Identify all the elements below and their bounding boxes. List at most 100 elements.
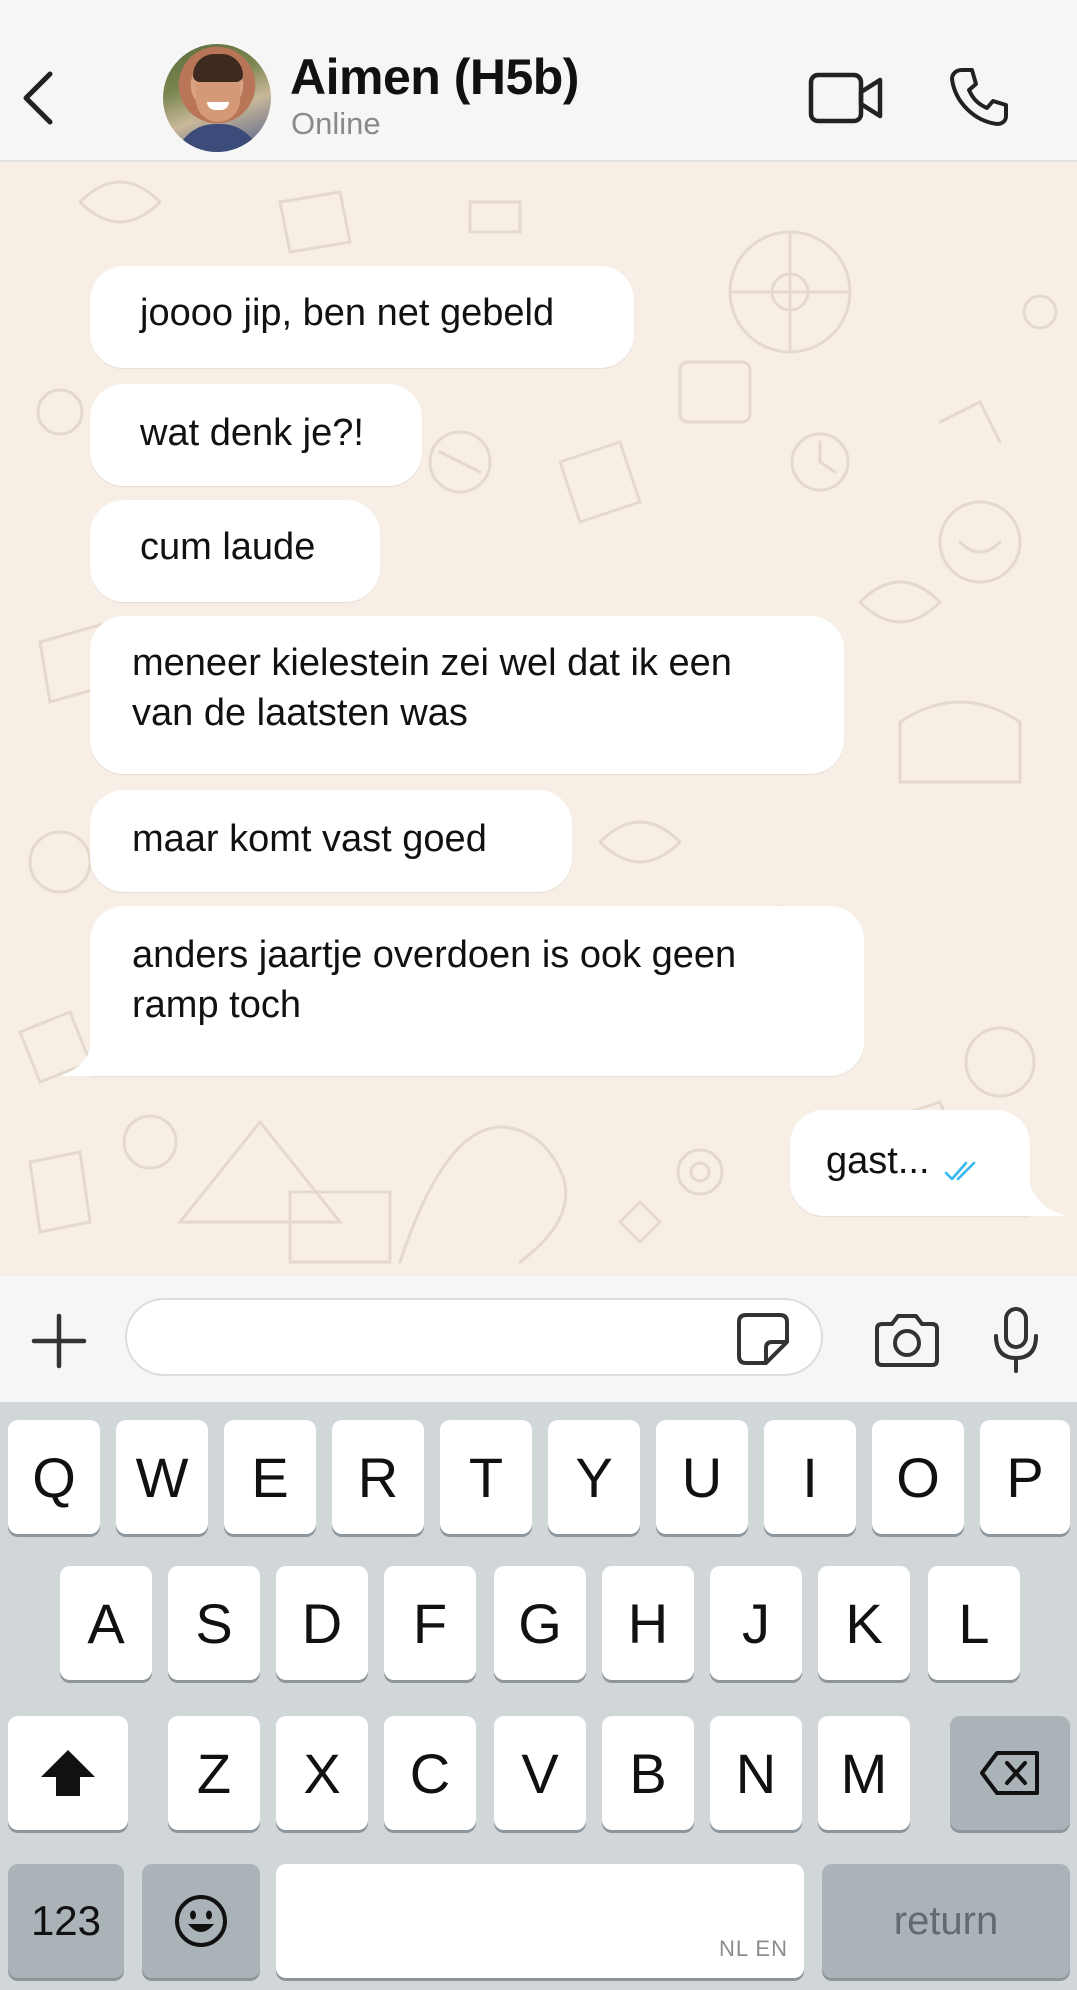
video-camera-icon xyxy=(808,72,883,124)
chevron-left-icon xyxy=(23,71,53,125)
key-z[interactable]: Z xyxy=(168,1716,260,1830)
key-label: R xyxy=(357,1445,399,1509)
key-label: Q xyxy=(32,1445,76,1509)
message-bubble-incoming[interactable]: meneer kielestein zei wel dat ik een van… xyxy=(90,616,844,774)
voice-call-button[interactable] xyxy=(948,66,1010,128)
key-x[interactable]: X xyxy=(276,1716,368,1830)
key-u[interactable]: U xyxy=(656,1420,748,1534)
space-key[interactable]: NL EN xyxy=(276,1864,804,1978)
avatar[interactable] xyxy=(163,44,271,152)
key-s[interactable]: S xyxy=(168,1566,260,1680)
key-t[interactable]: T xyxy=(440,1420,532,1534)
key-label: 123 xyxy=(30,1897,102,1944)
message-text: cum laude xyxy=(140,526,316,568)
key-label: X xyxy=(303,1741,341,1805)
attach-button[interactable] xyxy=(30,1312,88,1370)
key-n[interactable]: N xyxy=(710,1716,802,1830)
key-label: P xyxy=(1006,1445,1044,1509)
key-label: N xyxy=(735,1741,777,1805)
backspace-icon xyxy=(980,1751,1039,1795)
key-label: return xyxy=(893,1898,999,1943)
key-p[interactable]: P xyxy=(980,1420,1070,1534)
sticker-icon xyxy=(737,1313,789,1365)
keyboard-language-hint: NL EN xyxy=(719,1936,788,1961)
phone-icon xyxy=(950,68,1008,126)
message-bubble-incoming[interactable]: cum laude xyxy=(90,500,380,602)
sticker-button[interactable] xyxy=(736,1312,790,1366)
key-k[interactable]: K xyxy=(818,1566,910,1680)
key-label: C xyxy=(409,1741,451,1805)
on-screen-keyboard: Q W E R T Y U I O P A S D F G H J K L Z … xyxy=(0,1402,1077,1990)
key-label: L xyxy=(958,1591,990,1655)
key-label: V xyxy=(521,1741,559,1805)
key-label: E xyxy=(251,1445,289,1509)
message-text: gast... xyxy=(826,1140,930,1182)
chat-area[interactable]: joooo jip, ben net gebeld wat denk je?! … xyxy=(0,162,1077,1276)
message-bubble-incoming[interactable]: wat denk je?! xyxy=(90,384,422,486)
contact-status: Online xyxy=(291,106,381,141)
key-label: F xyxy=(412,1591,448,1655)
message-text: joooo jip, ben net gebeld xyxy=(140,292,555,334)
backspace-key[interactable] xyxy=(950,1716,1070,1830)
microphone-button[interactable] xyxy=(990,1306,1042,1374)
return-key[interactable]: return xyxy=(822,1864,1070,1978)
key-a[interactable]: A xyxy=(60,1566,152,1680)
key-label: D xyxy=(301,1591,343,1655)
camera-icon xyxy=(875,1314,939,1367)
shift-arrow-icon xyxy=(41,1750,95,1796)
key-j[interactable]: J xyxy=(710,1566,802,1680)
key-label: W xyxy=(135,1445,189,1509)
emoji-smiley-icon xyxy=(175,1895,227,1947)
message-input[interactable] xyxy=(125,1298,823,1376)
key-g[interactable]: G xyxy=(494,1566,586,1680)
message-text: maar komt vast goed xyxy=(132,818,487,860)
camera-button[interactable] xyxy=(874,1312,940,1368)
key-label: S xyxy=(195,1591,233,1655)
key-label: A xyxy=(87,1591,125,1655)
message-bubble-incoming[interactable]: maar komt vast goed xyxy=(90,790,572,892)
key-c[interactable]: C xyxy=(384,1716,476,1830)
chat-header: Aimen (H5b) Online xyxy=(0,0,1077,162)
key-r[interactable]: R xyxy=(332,1420,424,1534)
message-text: wat denk je?! xyxy=(140,412,364,454)
read-double-check-icon xyxy=(944,1161,976,1181)
message-text-line: van de laatsten was xyxy=(132,692,468,734)
key-e[interactable]: E xyxy=(224,1420,316,1534)
key-y[interactable]: Y xyxy=(548,1420,640,1534)
key-w[interactable]: W xyxy=(116,1420,208,1534)
contact-name[interactable]: Aimen (H5b) xyxy=(290,48,579,106)
message-text-line: meneer kielestein zei wel dat ik een xyxy=(132,642,732,684)
key-label: T xyxy=(468,1445,504,1509)
bubble-tail xyxy=(1010,1176,1066,1216)
message-bubble-incoming[interactable]: joooo jip, ben net gebeld xyxy=(90,266,634,368)
key-f[interactable]: F xyxy=(384,1566,476,1680)
video-call-button[interactable] xyxy=(808,70,884,126)
key-q[interactable]: Q xyxy=(8,1420,100,1534)
shift-key[interactable] xyxy=(8,1716,128,1830)
key-l[interactable]: L xyxy=(928,1566,1020,1680)
key-h[interactable]: H xyxy=(602,1566,694,1680)
key-label: B xyxy=(629,1741,667,1805)
message-input-bar xyxy=(0,1276,1077,1402)
key-b[interactable]: B xyxy=(602,1716,694,1830)
key-label: I xyxy=(802,1445,818,1509)
emoji-key[interactable] xyxy=(142,1864,260,1978)
key-i[interactable]: I xyxy=(764,1420,856,1534)
plus-icon xyxy=(31,1313,87,1369)
key-v[interactable]: V xyxy=(494,1716,586,1830)
key-label: Z xyxy=(196,1741,232,1805)
numbers-key[interactable]: 123 xyxy=(8,1864,124,1978)
back-button[interactable] xyxy=(14,62,64,132)
key-label: O xyxy=(896,1445,940,1509)
message-bubble-outgoing[interactable]: gast... xyxy=(790,1110,1066,1216)
key-label: G xyxy=(518,1591,562,1655)
key-m[interactable]: M xyxy=(818,1716,910,1830)
key-d[interactable]: D xyxy=(276,1566,368,1680)
message-text-line: anders jaartje overdoen is ook geen xyxy=(132,934,737,976)
bubble-tail xyxy=(60,1036,110,1076)
key-o[interactable]: O xyxy=(872,1420,964,1534)
key-label: U xyxy=(681,1445,723,1509)
message-bubble-incoming[interactable]: anders jaartje overdoen is ook geen ramp… xyxy=(60,906,864,1076)
key-label: K xyxy=(845,1591,883,1655)
key-label: M xyxy=(840,1741,888,1805)
